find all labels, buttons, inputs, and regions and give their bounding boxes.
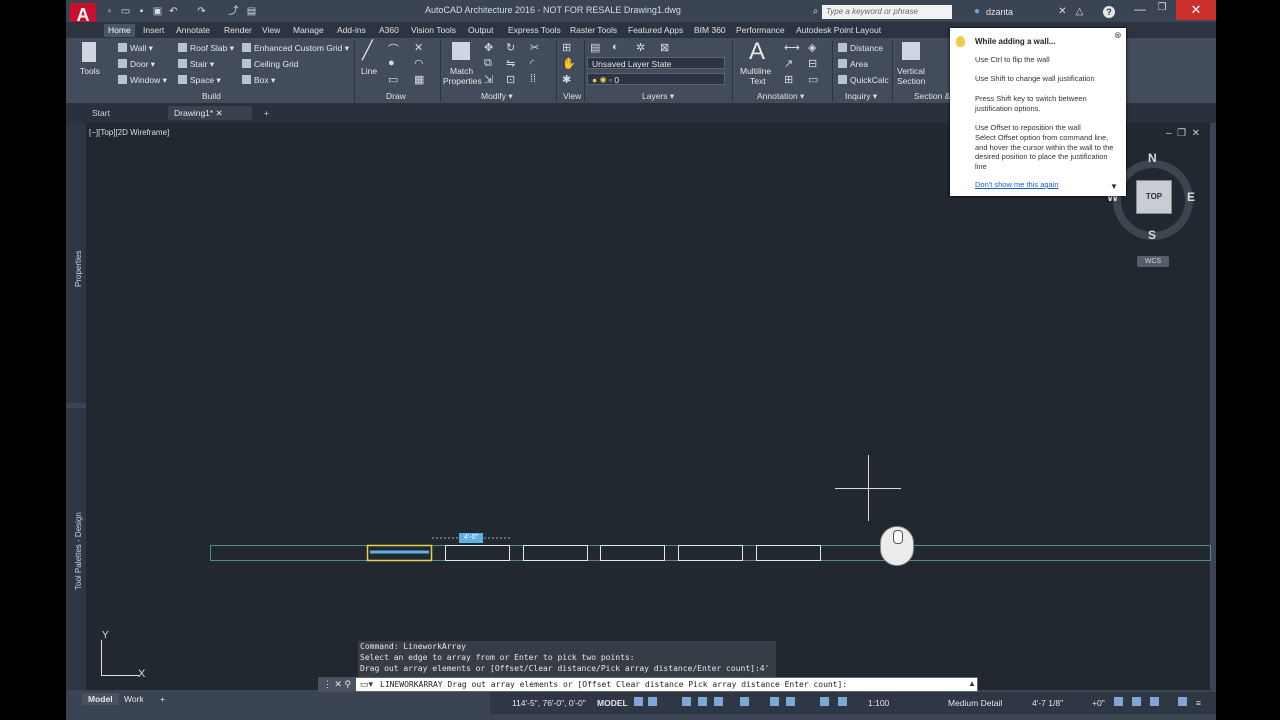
polar-icon[interactable] [698,697,707,706]
popup-text: Use Offset to reposition the wall [975,123,1081,132]
command-history: Command: LineworkArray Select an edge to… [358,641,776,677]
command-history-line: Select an edge to array from or Enter to… [360,653,635,662]
osnap-icon[interactable] [740,697,749,706]
tab-model[interactable]: Model [82,693,119,705]
wall-outline [210,545,1211,561]
chevron-down-icon[interactable]: ▼ [1110,182,1118,191]
add-layout-button[interactable]: + [154,693,171,705]
dimension-input[interactable]: 4'-0" [459,533,483,543]
detail-level-dropdown[interactable]: Medium Detail [948,698,1002,708]
customization-icon[interactable]: ≡ [1196,698,1201,708]
ucs-y-label: Y [102,630,109,641]
viewcube-top-face[interactable]: TOP [1136,180,1172,214]
annotation-scale-icon[interactable] [838,697,847,706]
popup-text: Select Offset option from command line, … [975,133,1114,171]
scale-dropdown[interactable]: 1:100 [868,698,889,708]
lineweight-icon[interactable] [770,697,779,706]
command-prompt-icon: ▭▾ [360,679,374,689]
ortho-icon[interactable] [682,697,691,706]
popup-text: Use Ctrl to flip the wall [975,55,1050,64]
elevation-readout[interactable]: 4'-7 1/8" [1032,698,1063,708]
popup-text: Press Shift key to switch between justif… [975,94,1087,113]
array-element [678,545,743,561]
isodraft-icon[interactable] [714,697,723,706]
array-element [756,545,821,561]
model-space-toggle[interactable]: MODEL [597,698,628,708]
angle-readout[interactable]: +0" [1092,698,1105,708]
ucs-x-axis [101,675,139,676]
compass-north[interactable]: N [1148,151,1157,165]
snap-icon[interactable] [648,697,657,706]
lightbulb-icon [956,36,965,47]
annotation-visibility-icon[interactable] [820,697,829,706]
popup-text: Use Shift to change wall justification [975,74,1095,83]
fullscreen-icon[interactable] [1178,697,1187,706]
array-element [445,545,510,561]
wcs-menu[interactable]: WCS [1137,256,1169,267]
isolate-icon[interactable] [1114,697,1123,706]
array-element [523,545,588,561]
cursor-crosshair [868,455,869,521]
popup-title: While adding a wall... [975,37,1056,46]
grid-icon[interactable] [634,697,643,706]
command-line-controls[interactable]: ⋮ ✕ ⚲ [318,677,356,692]
compass-east[interactable]: E [1187,190,1195,204]
command-history-line: Command: LineworkArray [360,642,466,651]
array-element [600,545,665,561]
dont-show-again-link[interactable]: Don't show me this again [975,180,1059,189]
mouse-wheel-icon [893,530,903,544]
clean-screen-icon[interactable] [1150,697,1159,706]
command-history-line: Drag out array elements or [Offset/Clear… [360,664,770,673]
transparency-icon[interactable] [786,697,795,706]
hardware-accel-icon[interactable] [1132,697,1141,706]
ucs-y-axis [101,640,102,676]
coordinates-readout[interactable]: 114'-5", 76'-0", 0'-0" [512,698,586,708]
ucs-x-label: X [138,668,146,680]
close-icon[interactable]: ⊗ [1114,30,1122,41]
compass-south[interactable]: S [1148,228,1156,242]
command-prompt-text: LINEWORKARRAY Drag out array elements or… [380,680,848,689]
chevron-up-icon[interactable]: ▲ [968,679,976,688]
tab-work[interactable]: Work [118,693,150,705]
